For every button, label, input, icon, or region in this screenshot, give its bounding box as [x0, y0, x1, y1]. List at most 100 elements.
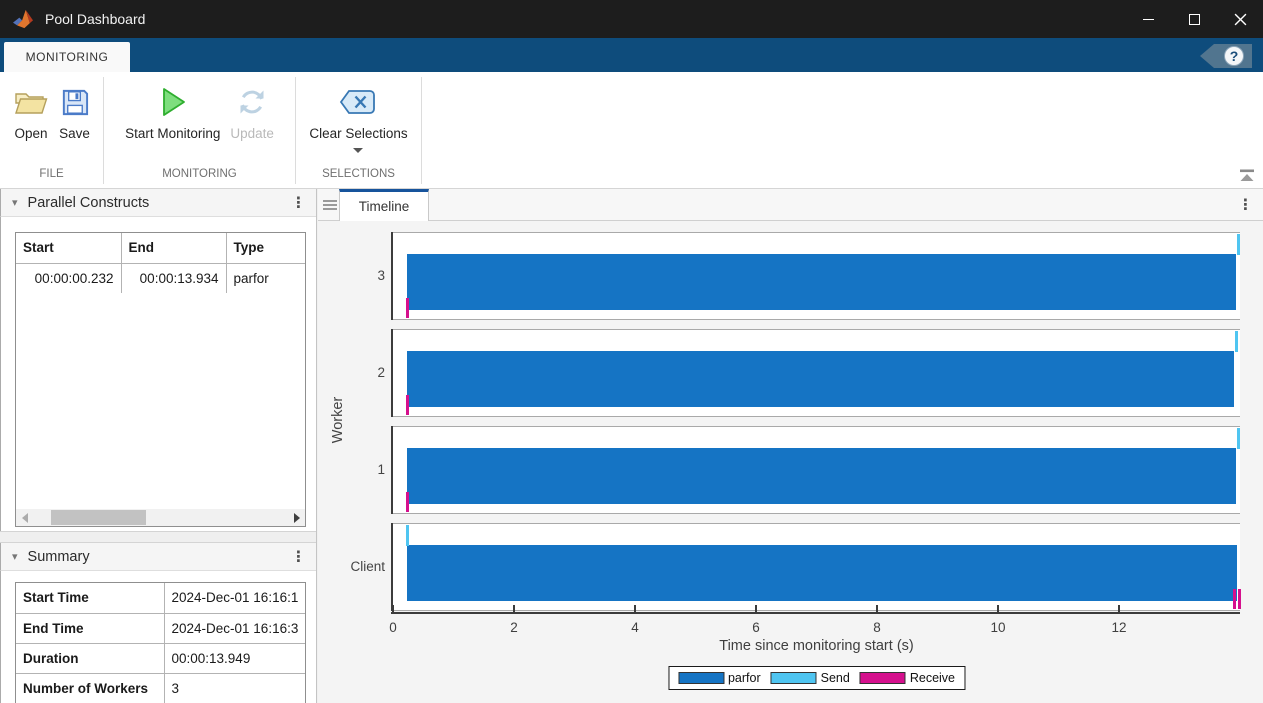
maximize-button[interactable]: [1171, 0, 1217, 38]
x-tick-label: 0: [389, 620, 397, 635]
summary-value: 00:00:13.949: [164, 643, 305, 673]
parfor-bar[interactable]: [407, 545, 1237, 601]
send-marker[interactable]: [1237, 428, 1240, 449]
horizontal-scrollbar[interactable]: [16, 509, 305, 526]
refresh-icon: [236, 83, 268, 121]
x-tick-label: 4: [631, 620, 639, 635]
table-row[interactable]: 00:00:00.23200:00:13.934parfor: [16, 263, 305, 293]
scrollbar-track[interactable]: [33, 509, 288, 526]
grip-lines-icon[interactable]: [323, 197, 337, 213]
receive-marker[interactable]: [1233, 589, 1236, 609]
save-floppy-icon: [59, 83, 90, 121]
ribbon-section-selections: Clear Selections SELECTIONS: [296, 77, 422, 184]
scroll-right-arrow-icon[interactable]: [288, 509, 305, 526]
receive-marker[interactable]: [406, 395, 409, 415]
ribbon-section-monitoring: Start Monitoring Update MONITORING: [104, 77, 296, 184]
clear-selection-icon: [339, 83, 377, 121]
x-tick-label: 2: [510, 620, 518, 635]
send-marker[interactable]: [1235, 331, 1238, 352]
vertical-dots-icon[interactable]: ⋮: [1238, 197, 1253, 212]
clear-selections-label: Clear Selections: [309, 126, 407, 141]
tab-monitoring[interactable]: MONITORING: [4, 42, 130, 72]
summary-label: Number of Workers: [16, 673, 164, 703]
x-axis-line: [391, 612, 1240, 614]
chart-legend: parforSendReceive: [668, 666, 965, 690]
scrollbar-thumb[interactable]: [51, 510, 146, 525]
legend-swatch-send: [771, 672, 817, 684]
titlebar: Pool Dashboard: [0, 0, 1263, 38]
column-header-end[interactable]: End: [121, 233, 226, 263]
y-tick-label: 1: [318, 426, 385, 514]
summary-title: Summary: [28, 549, 90, 565]
collapse-panel-icon[interactable]: ▾: [12, 550, 18, 563]
summary-value: 3: [164, 673, 305, 703]
parallel-constructs-title: Parallel Constructs: [28, 195, 150, 211]
summary-row: Number of Workers3: [16, 673, 305, 703]
x-tick: [1118, 605, 1120, 612]
ribbon-tabstrip: MONITORING ?: [0, 38, 1263, 72]
section-label-selections: SELECTIONS: [296, 165, 421, 184]
collapse-ribbon-button[interactable]: [1239, 169, 1255, 182]
legend-item: parfor: [678, 671, 771, 685]
ribbon: Open Save FILE: [0, 72, 1263, 189]
save-button[interactable]: Save: [59, 83, 90, 141]
receive-marker[interactable]: [1238, 589, 1241, 609]
legend-swatch-parfor: [678, 672, 724, 684]
section-label-monitoring: MONITORING: [104, 165, 295, 184]
x-tick: [392, 605, 394, 612]
vertical-dots-icon[interactable]: ⋮: [291, 195, 306, 210]
update-button[interactable]: Update: [230, 83, 274, 141]
open-folder-icon: [13, 83, 49, 121]
y-tick-label: 3: [318, 232, 385, 320]
parfor-bar[interactable]: [407, 351, 1234, 407]
x-tick: [513, 605, 515, 612]
summary-row: Duration00:00:13.949: [16, 643, 305, 673]
x-tick: [876, 605, 878, 612]
y-axis-label: Worker: [330, 392, 346, 448]
legend-item: Receive: [860, 671, 955, 685]
parfor-bar[interactable]: [407, 254, 1236, 310]
x-tick-label: 8: [873, 620, 881, 635]
summary-label: End Time: [16, 613, 164, 643]
start-monitoring-label: Start Monitoring: [125, 126, 220, 141]
start-monitoring-button[interactable]: Start Monitoring: [125, 83, 220, 141]
close-icon: [1234, 13, 1247, 26]
x-tick-label: 12: [1111, 620, 1126, 635]
parfor-bar[interactable]: [407, 448, 1236, 504]
panel-splitter[interactable]: [0, 531, 316, 543]
ribbon-section-file: Open Save FILE: [0, 77, 104, 184]
send-marker[interactable]: [406, 525, 409, 546]
main-area: ▾ Parallel Constructs ⋮ StartEndType00:0…: [0, 189, 1263, 703]
scroll-left-arrow-icon[interactable]: [16, 509, 33, 526]
matlab-logo-icon: [12, 9, 34, 29]
table-cell: 00:00:00.232: [16, 263, 121, 293]
open-button[interactable]: Open: [13, 83, 49, 141]
legend-item: Send: [771, 671, 860, 685]
column-header-start[interactable]: Start: [16, 233, 121, 263]
minimize-button[interactable]: [1125, 0, 1171, 38]
summary-body: Start Time2024-Dec-01 16:16:1End Time202…: [0, 571, 316, 703]
open-button-label: Open: [14, 126, 47, 141]
window-title: Pool Dashboard: [45, 11, 145, 27]
x-tick: [634, 605, 636, 612]
collapse-panel-icon[interactable]: ▾: [12, 196, 18, 209]
tab-timeline[interactable]: Timeline: [339, 189, 429, 221]
summary-header: ▾ Summary ⋮: [0, 543, 316, 571]
parallel-constructs-header: ▾ Parallel Constructs ⋮: [0, 189, 316, 217]
close-button[interactable]: [1217, 0, 1263, 38]
section-label-file: FILE: [0, 165, 103, 184]
table-cell: 00:00:13.934: [121, 263, 226, 293]
receive-marker[interactable]: [406, 492, 409, 512]
vertical-dots-icon[interactable]: ⋮: [291, 549, 306, 564]
summary-table: Start Time2024-Dec-01 16:16:1End Time202…: [15, 582, 306, 703]
help-question-icon: ?: [1224, 46, 1244, 66]
summary-row: End Time2024-Dec-01 16:16:3: [16, 613, 305, 643]
column-header-type[interactable]: Type: [226, 233, 305, 263]
receive-marker[interactable]: [406, 298, 409, 318]
dropdown-caret-icon[interactable]: [353, 148, 363, 153]
clear-selections-button[interactable]: Clear Selections: [309, 83, 407, 153]
send-marker[interactable]: [1237, 234, 1240, 255]
summary-label: Duration: [16, 643, 164, 673]
save-button-label: Save: [59, 126, 90, 141]
help-button[interactable]: ?: [1200, 44, 1252, 68]
